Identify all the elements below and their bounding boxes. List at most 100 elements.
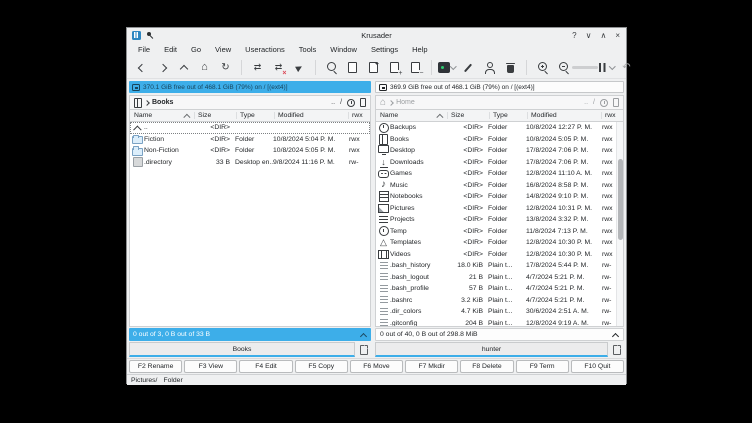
title-bar[interactable]: Krusader ? ∨ ∧ × [127,28,626,42]
column-modified[interactable]: Modified [274,112,348,119]
panel-popup-icon[interactable] [134,98,142,108]
menu-tools[interactable]: Tools [292,45,324,54]
new-tab-button[interactable] [357,342,371,357]
root-dir-button[interactable]: / [340,99,342,106]
forward-button[interactable] [153,58,172,78]
collapse-icon[interactable] [613,332,619,338]
swap-panels-button[interactable] [269,58,288,78]
terminal-button[interactable] [438,58,457,78]
menu-settings[interactable]: Settings [364,45,405,54]
chevron-down-icon[interactable] [450,63,457,73]
fkey-f5-button[interactable]: F5 Copy [295,360,348,373]
file-row[interactable]: .gitconfig204 BPlain t...12/8/2024 9:19 … [376,318,623,328]
column-type[interactable]: Type [236,112,274,119]
file-row[interactable]: .bashrc3.2 KiBPlain t...4/7/2024 5:21 P.… [376,295,623,307]
menu-edit[interactable]: Edit [157,45,184,54]
column-modified[interactable]: Modified [527,112,601,119]
file-row[interactable]: Temp<DIR>Folder11/8/2024 7:13 P. M.rwx [376,226,623,238]
file-row[interactable]: .directory33 BDesktop en...9/8/2024 11:1… [130,157,370,169]
file-row[interactable]: .bash_history18.0 KiBPlain t...17/8/2024… [376,260,623,272]
file-row[interactable]: Desktop<DIR>Folder17/8/2024 7:06 P. M.rw… [376,145,623,157]
left-disk-usage-bar[interactable]: 370.1 GiB free out of 468.1 GiB (79%) on… [129,81,371,93]
menu-file[interactable]: File [131,45,157,54]
file-row[interactable]: Music<DIR>Folder16/8/2024 8:58 P. M.rwx [376,180,623,192]
column-size[interactable]: Size [194,112,236,119]
breadcrumb-path[interactable]: Books [152,99,173,106]
fkey-f10-button[interactable]: F10 Quit [571,360,624,373]
column-rwx[interactable]: rwx [601,112,623,119]
tab-hunter[interactable]: hunter [375,342,608,357]
delete-button[interactable] [501,58,520,78]
up-button[interactable] [174,58,193,78]
file-row[interactable]: Videos<DIR>Folder12/8/2024 10:30 P. M.rw… [376,249,623,261]
duplicate-tab-button[interactable] [364,58,383,78]
file-row[interactable]: .dir_colors4.7 KiBPlain t...30/6/2024 2:… [376,306,623,318]
file-row[interactable]: ..<DIR> [130,122,370,134]
new-tab-button[interactable] [610,342,624,357]
fkey-f6-button[interactable]: F6 Move [350,360,403,373]
fkey-f3-button[interactable]: F3 View [184,360,237,373]
fkey-f2-button[interactable]: F2 Rename [129,360,182,373]
collapse-icon[interactable] [361,332,367,338]
file-row[interactable]: Non-Fiction<DIR>Folder10/8/2024 5:05 P. … [130,145,370,157]
view-file-button[interactable] [343,58,362,78]
pause-jobs-button[interactable] [596,58,615,78]
close-button[interactable]: × [615,31,620,40]
file-row[interactable]: Pictures<DIR>Folder12/8/2024 10:31 P. M.… [376,203,623,215]
help-button[interactable]: ? [572,31,576,40]
history-icon[interactable] [600,99,608,107]
history-icon[interactable] [347,99,355,107]
close-tab-button[interactable] [406,58,425,78]
sync-browse-icon[interactable] [360,98,366,107]
breadcrumb-path[interactable]: Home [396,99,415,106]
menu-window[interactable]: Window [323,45,364,54]
menu-go[interactable]: Go [184,45,208,54]
select-mode-button[interactable] [290,58,309,78]
menu-useractions[interactable]: Useractions [238,45,292,54]
menu-view[interactable]: View [208,45,238,54]
fkey-f4-button[interactable]: F4 Edit [239,360,292,373]
chevron-down-icon[interactable] [609,63,615,73]
back-button[interactable] [132,58,151,78]
tab-books[interactable]: Books [129,342,355,357]
file-row[interactable]: Templates<DIR>Folder12/8/2024 10:30 P. M… [376,237,623,249]
column-name[interactable]: Name [376,112,447,119]
up-dir-button[interactable]: .. [584,99,588,106]
home-button[interactable] [195,58,214,78]
zoom-out-button[interactable] [554,58,573,78]
column-type[interactable]: Type [489,112,527,119]
undo-button[interactable] [617,58,636,78]
scrollbar-thumb[interactable] [618,159,623,241]
column-rwx[interactable]: rwx [348,112,370,119]
column-name[interactable]: Name [130,112,194,119]
home-icon[interactable] [380,98,386,108]
file-row[interactable]: Projects<DIR>Folder13/8/2024 3:32 P. M.r… [376,214,623,226]
zoom-slider-button[interactable] [575,58,594,78]
maximize-button[interactable]: ∧ [600,31,606,40]
up-dir-button[interactable]: .. [331,99,335,106]
file-row[interactable]: .bash_profile57 BPlain t...4/7/2024 5:21… [376,283,623,295]
file-row[interactable]: Books<DIR>Folder10/8/2024 5:05 P. M.rwx [376,134,623,146]
file-row[interactable]: .bash_logout21 BPlain t...4/7/2024 5:21 … [376,272,623,284]
right-disk-usage-bar[interactable]: 369.9 GiB free out of 468.1 GiB (79%) on… [375,81,624,93]
edit-file-button[interactable] [459,58,478,78]
file-row[interactable]: Fiction<DIR>Folder10/8/2024 5:04 P. M.rw… [130,134,370,146]
fkey-f9-button[interactable]: F9 Term [516,360,569,373]
menu-help[interactable]: Help [405,45,434,54]
minimize-button[interactable]: ∨ [586,31,592,40]
reload-button[interactable] [216,58,235,78]
find-button[interactable] [322,58,341,78]
useractions-button[interactable] [480,58,499,78]
file-row[interactable]: Games<DIR>Folder12/8/2024 11:10 A. M.rwx [376,168,623,180]
file-row[interactable]: Backups<DIR>Folder10/8/2024 12:27 P. M.r… [376,122,623,134]
equal-panel-size-button[interactable] [248,58,267,78]
sync-browse-icon[interactable] [613,98,619,107]
zoom-in-button[interactable] [533,58,552,78]
new-tab-button[interactable] [385,58,404,78]
fkey-f7-button[interactable]: F7 Mkdir [405,360,458,373]
scrollbar[interactable] [616,122,623,326]
file-row[interactable]: Downloads<DIR>Folder17/8/2024 7:06 P. M.… [376,157,623,169]
root-dir-button[interactable]: / [593,99,595,106]
column-size[interactable]: Size [447,112,489,119]
fkey-f8-button[interactable]: F8 Delete [460,360,513,373]
